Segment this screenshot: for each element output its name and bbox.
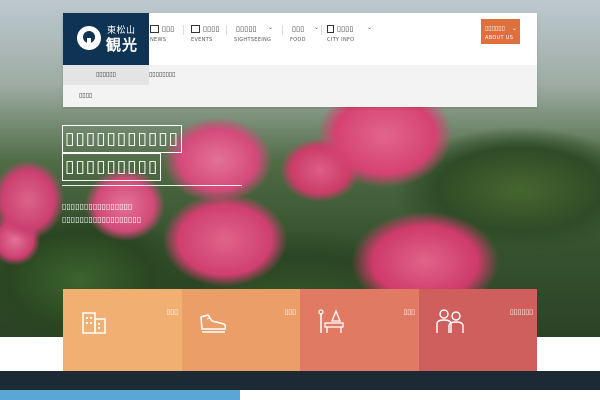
nav-label: ▯▯▯ — [292, 25, 305, 33]
building-icon — [82, 312, 106, 334]
subnav-tab-2[interactable]: ▯▯▯▯▯▯▯▯ — [149, 65, 229, 85]
calendar-icon — [191, 25, 200, 33]
logo-title: 観光 — [106, 36, 139, 54]
nav-sub-label: CITY INFO — [327, 37, 355, 43]
nav-sub-label: FOOD — [290, 37, 306, 43]
site-header: 東松山 観光 ▯▯▯ NEWS ▯▯▯▯ EVENTS ▯▯▯▯▯ ⌄ SIGH… — [63, 13, 537, 107]
hero-description: ▯▯▯▯▯▯▯▯▯▯▯▯▯▯▯▯ ▯▯▯▯▯▯▯▯▯▯▯▯▯▯▯▯▯▯ — [62, 200, 162, 226]
category-label: ▯▯▯ — [166, 308, 178, 316]
chevron-down-icon: ⌄ — [314, 24, 320, 31]
about-label: ▯▯▯▯▯▯ — [485, 25, 505, 32]
family-icon — [436, 309, 464, 333]
category-tile-4[interactable]: ▯▯▯▯▯▯ — [419, 289, 537, 371]
nav-divider — [321, 25, 322, 35]
subnav-label: ▯▯▯▯ — [79, 92, 93, 99]
subnav-label: ▯▯▯▯▯▯▯▯ — [149, 71, 176, 78]
category-label: ▯▯▯▯▯▯ — [509, 308, 533, 316]
dark-section-band — [0, 371, 600, 390]
bottom-blue-strip — [0, 390, 240, 400]
category-tile-2[interactable]: ▯▯▯ — [182, 289, 300, 371]
logo-subtitle: 東松山 — [107, 26, 136, 36]
newspaper-icon — [150, 25, 159, 33]
hero-title-line-1: ▯▯▯▯▯▯▯▯▯▯▯ — [62, 125, 182, 153]
nav-divider — [282, 25, 283, 35]
bottom-white-strip — [240, 390, 600, 400]
category-tile-3[interactable]: ▯▯▯ — [300, 289, 419, 371]
map-pin-icon — [327, 25, 334, 33]
subnav-tab-3[interactable]: ▯▯▯▯ — [63, 86, 149, 106]
subnav-tab-1[interactable]: ▯▯▯▯▯▯ — [63, 65, 149, 85]
category-label: ▯▯▯ — [284, 308, 296, 316]
nav-item-sightseeing[interactable]: ▯▯▯▯▯ ⌄ SIGHTSEEING — [234, 13, 289, 65]
nav-label: ▯▯▯▯▯ — [236, 25, 257, 33]
nav-item-events[interactable]: ▯▯▯▯ EVENTS — [191, 13, 231, 65]
hero-title-line-2: ▯▯▯▯▯▯▯▯▯ — [62, 153, 162, 181]
shoe-icon — [200, 314, 227, 333]
tree-logo-icon — [77, 26, 101, 50]
nav-item-city-info[interactable]: ▯▯▯▯ ⌄ CITY INFO — [327, 13, 377, 65]
site-logo[interactable]: 東松山 観光 — [63, 13, 149, 65]
chevron-down-icon: ⌄ — [512, 25, 518, 32]
nav-sub-label: NEWS — [150, 37, 167, 43]
nav-sub-label: SIGHTSEEING — [234, 37, 272, 43]
category-tiles: ▯▯▯ ▯▯▯ ▯▯▯ ▯▯▯▯▯▯ — [63, 289, 537, 371]
nav-label: ▯▯▯ — [162, 25, 175, 33]
subnav-label: ▯▯▯▯▯▯ — [96, 71, 116, 78]
sub-nav: ▯▯▯▯▯▯ ▯▯▯▯▯▯▯▯ ▯▯▯▯ — [63, 65, 537, 107]
nav-divider — [226, 25, 227, 35]
nav-item-food[interactable]: ▯▯▯ ⌄ FOOD — [290, 13, 330, 65]
chevron-down-icon: ⌄ — [367, 24, 373, 31]
hero-title: ▯▯▯▯▯▯▯▯▯▯▯ ▯▯▯▯▯▯▯▯▯ — [62, 125, 182, 181]
chevron-down-icon: ⌄ — [268, 24, 274, 31]
nav-divider — [183, 25, 184, 35]
category-label: ▯▯▯ — [403, 308, 415, 316]
hero-desc-line-2: ▯▯▯▯▯▯▯▯▯▯▯▯▯▯▯▯▯▯ — [62, 215, 142, 224]
nav-label: ▯▯▯▯ — [337, 25, 354, 33]
bench-icon — [318, 309, 344, 333]
about-us-button[interactable]: ▯▯▯▯▯▯ ⌄ ABOUT US — [481, 19, 520, 44]
hero-desc-line-1: ▯▯▯▯▯▯▯▯▯▯▯▯▯▯▯▯ — [62, 202, 133, 211]
about-sub-label: ABOUT US — [485, 35, 514, 41]
hero-divider — [62, 185, 242, 186]
nav-sub-label: EVENTS — [191, 37, 213, 43]
category-tile-1[interactable]: ▯▯▯ — [63, 289, 182, 371]
nav-label: ▯▯▯▯ — [203, 25, 220, 33]
